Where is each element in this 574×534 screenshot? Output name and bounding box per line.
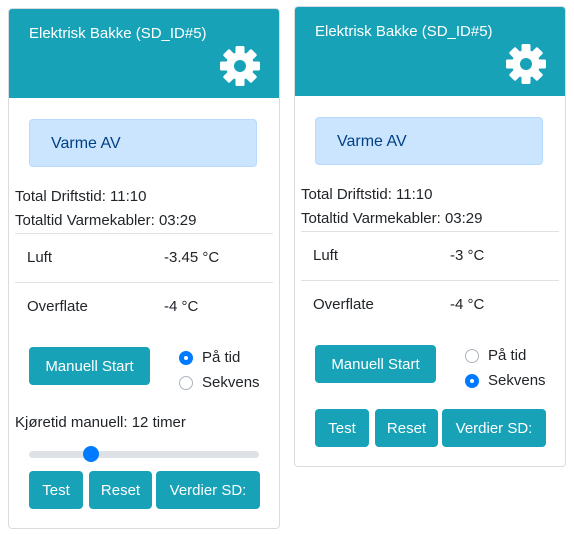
heat-status-text: Varme AV bbox=[337, 133, 407, 150]
mode-radio-sekvens[interactable]: Sekvens bbox=[465, 372, 546, 389]
radio-label: På tid bbox=[488, 347, 527, 364]
reset-button[interactable]: Reset bbox=[89, 471, 152, 509]
radio-circle[interactable] bbox=[465, 373, 479, 388]
device-card: Elektrisk Bakke (SD_ID#5) Varme AV Total… bbox=[8, 8, 280, 529]
slider-thumb[interactable] bbox=[83, 446, 100, 462]
manual-start-button[interactable]: Manuell Start bbox=[315, 345, 436, 383]
test-button[interactable]: Test bbox=[315, 409, 369, 447]
heat-status-text: Varme AV bbox=[51, 135, 121, 152]
sensor-name-overflate: Overflate bbox=[313, 296, 374, 313]
radio-circle[interactable] bbox=[179, 375, 193, 390]
device-card: Elektrisk Bakke (SD_ID#5) Varme AV Total… bbox=[294, 6, 566, 467]
sensor-name-overflate: Overflate bbox=[27, 298, 88, 315]
gear-icon[interactable] bbox=[219, 45, 261, 87]
card-title: Elektrisk Bakke (SD_ID#5) bbox=[29, 25, 207, 42]
sensor-value-luft: -3 °C bbox=[450, 247, 485, 264]
divider bbox=[301, 280, 559, 281]
divider bbox=[301, 231, 559, 232]
mode-radio-pa-tid[interactable]: På tid bbox=[465, 347, 526, 364]
verdier-sd-button[interactable]: Verdier SD: bbox=[442, 409, 546, 447]
runtime-label: Kjøretid manuell: 12 timer bbox=[15, 414, 186, 431]
divider bbox=[15, 233, 273, 234]
sensor-value-overflate: -4 °C bbox=[450, 296, 485, 313]
total-driftstid: Total Driftstid: 11:10 bbox=[15, 188, 147, 205]
divider bbox=[15, 282, 273, 283]
heat-status-alert: Varme AV bbox=[29, 119, 257, 167]
test-button[interactable]: Test bbox=[29, 471, 83, 509]
manual-start-button[interactable]: Manuell Start bbox=[29, 347, 150, 385]
sensor-name-luft: Luft bbox=[27, 249, 53, 266]
sensor-value-overflate: -4 °C bbox=[164, 298, 199, 315]
radio-label: Sekvens bbox=[202, 374, 260, 391]
verdier-sd-button[interactable]: Verdier SD: bbox=[156, 471, 260, 509]
radio-label: Sekvens bbox=[488, 372, 546, 389]
reset-button[interactable]: Reset bbox=[375, 409, 438, 447]
totaltid-varmekabler: Totaltid Varmekabler: 03:29 bbox=[15, 212, 197, 229]
totaltid-varmekabler: Totaltid Varmekabler: 03:29 bbox=[301, 210, 483, 227]
sensor-name-luft: Luft bbox=[313, 247, 339, 264]
sensor-value-luft: -3.45 °C bbox=[164, 249, 220, 266]
card-title: Elektrisk Bakke (SD_ID#5) bbox=[315, 23, 493, 40]
radio-circle[interactable] bbox=[179, 350, 193, 365]
runtime-slider[interactable] bbox=[29, 446, 259, 462]
radio-label: På tid bbox=[202, 349, 241, 366]
mode-radio-sekvens[interactable]: Sekvens bbox=[179, 374, 260, 391]
card-header: Elektrisk Bakke (SD_ID#5) bbox=[295, 7, 565, 96]
heat-status-alert: Varme AV bbox=[315, 117, 543, 165]
gear-icon[interactable] bbox=[505, 43, 547, 85]
total-driftstid: Total Driftstid: 11:10 bbox=[301, 186, 433, 203]
card-header: Elektrisk Bakke (SD_ID#5) bbox=[9, 9, 279, 98]
mode-radio-pa-tid[interactable]: På tid bbox=[179, 349, 240, 366]
radio-circle[interactable] bbox=[465, 348, 479, 363]
